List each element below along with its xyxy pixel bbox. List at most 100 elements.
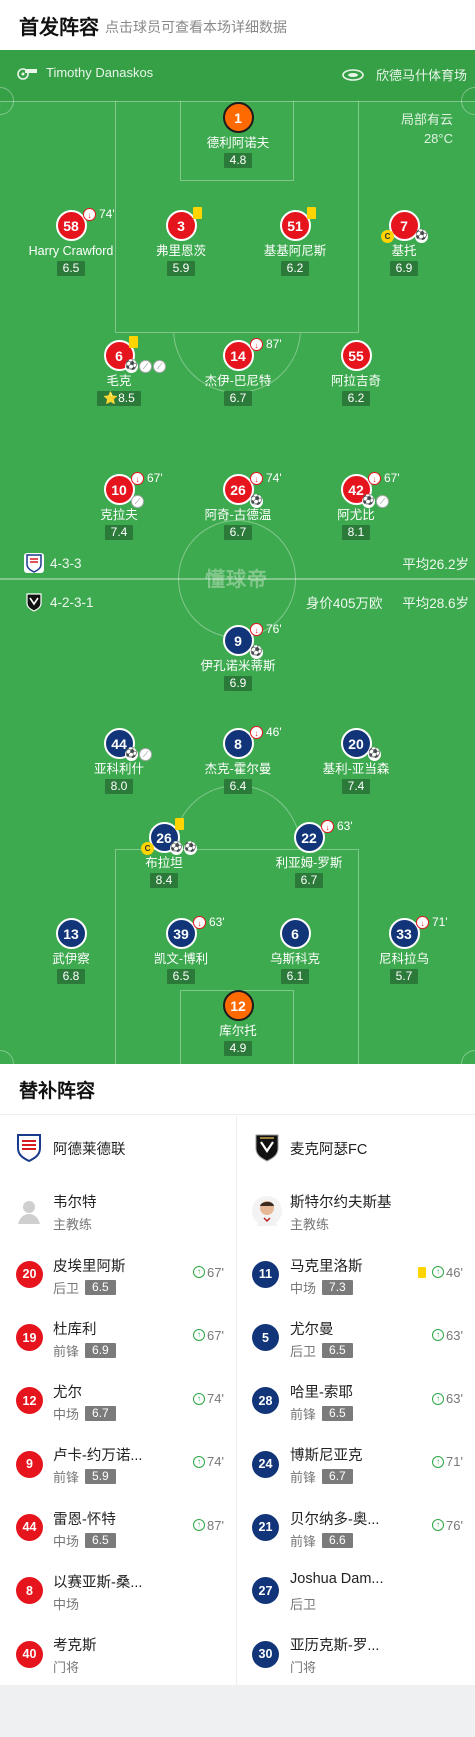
player-name: 布拉坦 — [145, 856, 183, 870]
player-home-42[interactable]: 42 ↓ 67' ⚽ ⟋ 阿尤比 8.1 — [296, 471, 416, 541]
player-away-26[interactable]: 26 C ⚽ ⚽ 布拉坦 8.4 — [104, 818, 224, 889]
player-away-33[interactable]: 33 ↓ 71' 尼科拉乌 5.7 — [344, 915, 464, 985]
sub-rating: 6.5 — [322, 1406, 353, 1422]
whistle-icon — [16, 66, 38, 80]
sub-number: 27 — [252, 1577, 279, 1605]
home-team-row[interactable]: 阿德莱德联 — [0, 1116, 236, 1179]
away-avg-age: 平均28.6岁 — [402, 596, 469, 611]
sub-in: ↑ 74' — [193, 1454, 224, 1469]
away-market-value: 身价405万欧 — [305, 596, 383, 611]
sub-row[interactable]: 27 Joshua Dam... 后卫 — [238, 1559, 475, 1622]
sub-in-arrow-icon: ↑ — [193, 1455, 206, 1468]
stadium-icon — [342, 68, 364, 82]
player-number: 9 — [222, 625, 254, 656]
goal-ball-icon: ⚽ — [250, 646, 263, 659]
sub-row[interactable]: 12 尤尔 中场 6.7 ↑ 74' — [0, 1369, 236, 1432]
player-away-20[interactable]: 20 ⚽ 基利-亚当森 7.4 — [296, 728, 416, 795]
sub-row[interactable]: 9 卢卡-约万诺... 前锋 5.9 ↑ 74' — [0, 1432, 236, 1495]
sub-in: ↑ 67' — [193, 1265, 224, 1280]
sub-row[interactable]: 20 皮埃里阿斯 后卫 6.5 ↑ 67' — [0, 1243, 236, 1306]
player-away-8[interactable]: 8 ↓ 46' 杰克-霍尔曼 6.4 — [178, 725, 298, 795]
sub-number: 5 — [252, 1324, 279, 1352]
player-rating: 4.9 — [223, 1041, 253, 1056]
player-home-3[interactable]: 3 弗里恩茨 5.9 — [121, 207, 241, 277]
player-home-26[interactable]: 26 ↓ 74' ⚽ 阿奇-古德温 6.7 — [178, 471, 298, 541]
sub-row[interactable]: 44 雷恩-怀特 中场 6.5 ↑ 87' — [0, 1496, 236, 1559]
sub-row[interactable]: 30 亚历克斯-罗... 门将 — [238, 1622, 475, 1685]
sub-in-arrow-icon: ↑ — [432, 1329, 445, 1342]
sub-row[interactable]: 8 以赛亚斯-桑... 中场 — [0, 1559, 236, 1622]
sub-rating: 6.9 — [85, 1342, 116, 1358]
player-home-51[interactable]: 51 基基阿尼斯 6.2 — [235, 207, 355, 277]
sub-row[interactable]: 19 杜库利 前锋 6.9 ↑ 67' — [0, 1306, 236, 1369]
player-away-39[interactable]: 39 ↓ 63' 凯文-博利 6.5 — [121, 915, 241, 985]
sub-row[interactable]: 5 尤尔曼 后卫 6.5 ↑ 63' — [238, 1306, 475, 1369]
player-name: 利亚姆-罗斯 — [275, 856, 343, 870]
adelaide-crest-icon — [24, 553, 44, 573]
away-coach-row[interactable]: 斯特尔约夫斯基 主教练 — [238, 1179, 475, 1242]
adelaide-crest-icon — [16, 1133, 42, 1163]
sub-minute: 67' — [384, 471, 400, 485]
sub-name: 考克斯 — [53, 1638, 97, 1655]
yellow-card-icon — [129, 336, 138, 348]
sub-row[interactable]: 11 马克里洛斯 中场 7.3 ↑ 46' — [238, 1243, 475, 1306]
player-home-10[interactable]: 10 ↓ 67' ⟋ 克拉夫 7.4 — [59, 471, 179, 541]
player-home-14[interactable]: 14 ↓ 87' 杰伊-巴尼特 6.7 — [178, 337, 298, 407]
sub-in: ↑ 46' — [418, 1265, 463, 1280]
home-formation: 4-3-3 — [50, 555, 82, 571]
player-rating: ⭐8.5 — [97, 391, 141, 406]
assist-boot-icon: ⟋ — [139, 748, 152, 761]
sub-row[interactable]: 40 考克斯 门将 — [0, 1622, 236, 1685]
coach-name: 韦尔特 — [53, 1195, 97, 1212]
sub-name: 贝尔纳多-奥... — [290, 1511, 380, 1528]
player-away-13[interactable]: 13 武伊察 6.8 — [11, 918, 131, 985]
sub-position: 中场 — [53, 1533, 80, 1549]
sub-name: 雷恩-怀特 — [53, 1511, 116, 1528]
sub-number: 19 — [16, 1324, 43, 1352]
sub-rating: 7.3 — [322, 1279, 353, 1295]
player-away-12[interactable]: 12 库尔托 4.9 — [178, 990, 298, 1057]
coach-avatar-photo-icon — [252, 1195, 282, 1226]
sub-row[interactable]: 21 贝尔纳多-奥... 前锋 6.6 ↑ 76' — [238, 1496, 475, 1559]
home-formation-row: 4-3-3 平均26.2岁 — [0, 548, 475, 578]
sub-number: 21 — [252, 1513, 279, 1541]
sub-row[interactable]: 24 博斯尼亚克 前锋 6.7 ↑ 71' — [238, 1432, 475, 1495]
player-name: 亚科利什 — [93, 762, 144, 776]
macarthur-crest-icon — [24, 592, 44, 612]
player-home-1[interactable]: 1 德利阿诺夫 4.8 — [178, 102, 298, 169]
player-rating: 7.4 — [341, 779, 371, 794]
sub-out-icon: ↓ — [368, 472, 381, 485]
away-formation-row: 4-2-3-1 身价405万欧 平均28.6岁 — [0, 587, 475, 617]
player-rating: 6.7 — [294, 873, 324, 888]
sub-row[interactable]: 28 哈里-索耶 前锋 6.5 ↑ 63' — [238, 1369, 475, 1432]
player-rating: 6.9 — [223, 676, 253, 691]
temperature-text: 28°C — [423, 131, 453, 146]
player-away-9[interactable]: 9 ↓ 76' ⚽ 伊孔诺米蒂斯 6.9 — [178, 622, 298, 692]
coach-role-wrap: 主教练 — [290, 1214, 329, 1233]
player-away-22[interactable]: 22 ↓ 63' 利亚姆-罗斯 6.7 — [249, 819, 369, 889]
sub-in-minute: 87' — [207, 1517, 224, 1533]
goal-ball-icon: ⚽ — [250, 495, 263, 508]
away-team-row[interactable]: 麦克阿瑟FC — [238, 1116, 475, 1179]
sub-in: ↑ 76' — [432, 1518, 463, 1533]
player-home-6[interactable]: 6 ⚽ ⟋ ⟋ 毛克 ⭐8.5 — [59, 336, 179, 407]
player-home-55[interactable]: 55 阿拉吉奇 6.2 — [296, 340, 416, 407]
player-rating: 6.5 — [166, 969, 196, 984]
macarthur-crest-icon — [254, 1133, 280, 1163]
assist-boot-icon: ⟋ — [139, 360, 152, 373]
player-away-44[interactable]: 44 ⚽ ⟋ 亚科利什 8.0 — [59, 728, 179, 795]
player-away-6[interactable]: 6 乌斯科克 6.1 — [235, 918, 355, 985]
player-name: 伊孔诺米蒂斯 — [200, 659, 276, 673]
player-name: 乌斯科克 — [269, 952, 320, 966]
away-subs-column: 麦克阿瑟FC 斯特尔约夫斯基 主教练 11 马克里洛斯 中场 7.3 ↑ 46' 5… — [238, 1116, 475, 1686]
player-number: 58 — [55, 210, 87, 241]
sub-rating: 6.5 — [85, 1279, 116, 1295]
player-rating: 8.4 — [149, 873, 179, 888]
home-coach-row[interactable]: 韦尔特 主教练 — [0, 1179, 236, 1242]
player-home-7[interactable]: 7 C ⚽ 基托 6.9 — [344, 210, 464, 277]
home-team-name: 阿德莱德联 — [53, 1142, 126, 1158]
sub-name: 哈里-索耶 — [290, 1385, 353, 1402]
player-home-58[interactable]: 58 ↓ 74' Harry Crawford 6.5 — [11, 207, 131, 277]
sub-in-arrow-icon: ↑ — [432, 1519, 445, 1532]
player-rating: 6.9 — [389, 261, 419, 276]
